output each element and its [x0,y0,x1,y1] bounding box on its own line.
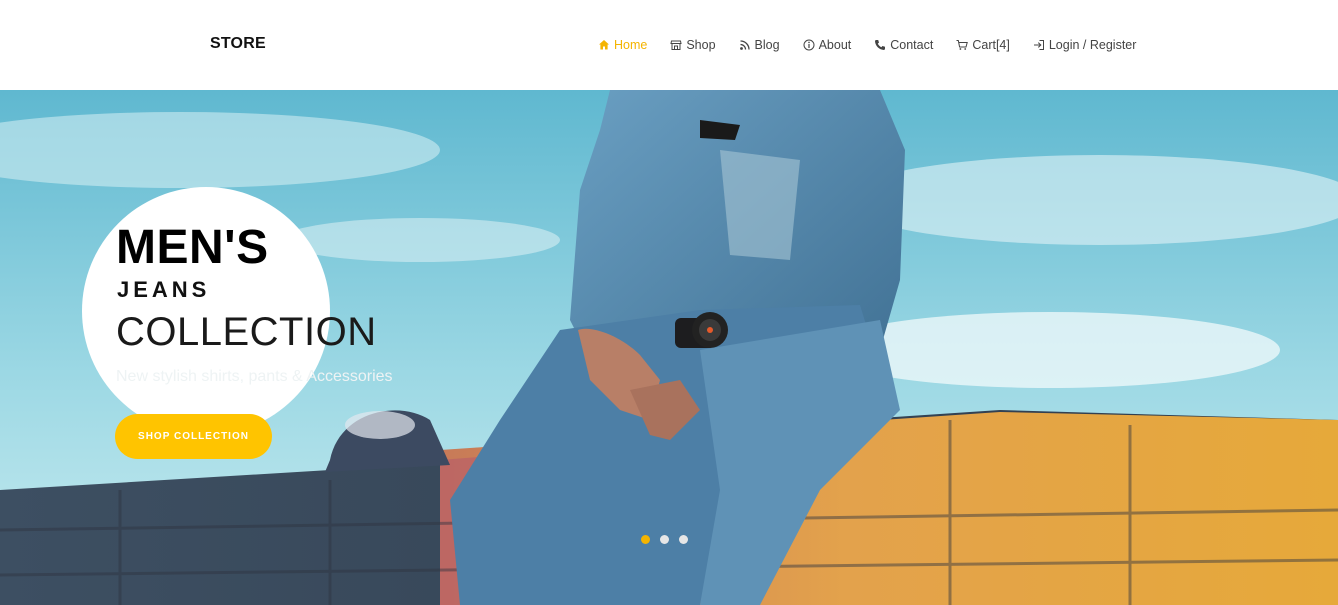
nav-blog-label: Blog [754,38,780,52]
nav-home-label: Home [614,38,648,52]
brand-logo[interactable]: STORE [210,35,266,53]
login-icon [1032,38,1046,52]
info-icon [802,38,816,52]
slider-dot-3[interactable] [679,535,688,544]
slider-dot-2[interactable] [660,535,669,544]
hero-heading-jeans: JEANS [117,277,211,302]
store-icon [669,38,683,52]
nav-shop[interactable]: Shop [669,38,716,52]
nav-about[interactable]: About [802,38,852,52]
cart-icon [955,38,969,52]
nav-login[interactable]: Login / Register [1032,38,1137,52]
nav-cart[interactable]: Cart[4] [955,38,1010,52]
phone-icon [873,38,887,52]
rss-icon [738,38,752,52]
nav-shop-label: Shop [686,38,716,52]
hero-slider: MEN'S JEANS COLLECTION New stylish shirt… [0,90,1338,605]
slider-dot-1[interactable] [641,535,650,544]
shop-collection-button[interactable]: SHOP COLLECTION [115,414,272,459]
hero-subtitle: New stylish shirts, pants & Accessories [116,368,393,385]
home-icon [597,38,611,52]
slider-dots [641,535,698,544]
hero-heading-collection: COLLECTION [116,310,377,354]
nav-blog[interactable]: Blog [738,38,780,52]
nav-contact-label: Contact [890,38,934,52]
nav-about-label: About [818,38,852,52]
main-nav: Home Shop Blog About Contact Cart[4] Log… [597,38,1136,52]
nav-contact[interactable]: Contact [873,38,933,52]
navbar: STORE Home Shop Blog About Contact Cart[… [0,0,1338,90]
nav-cart-label: Cart[4] [972,38,1010,52]
hero-heading-mens: MEN'S [116,221,269,274]
nav-login-label: Login / Register [1048,38,1137,52]
nav-home[interactable]: Home [597,38,647,52]
